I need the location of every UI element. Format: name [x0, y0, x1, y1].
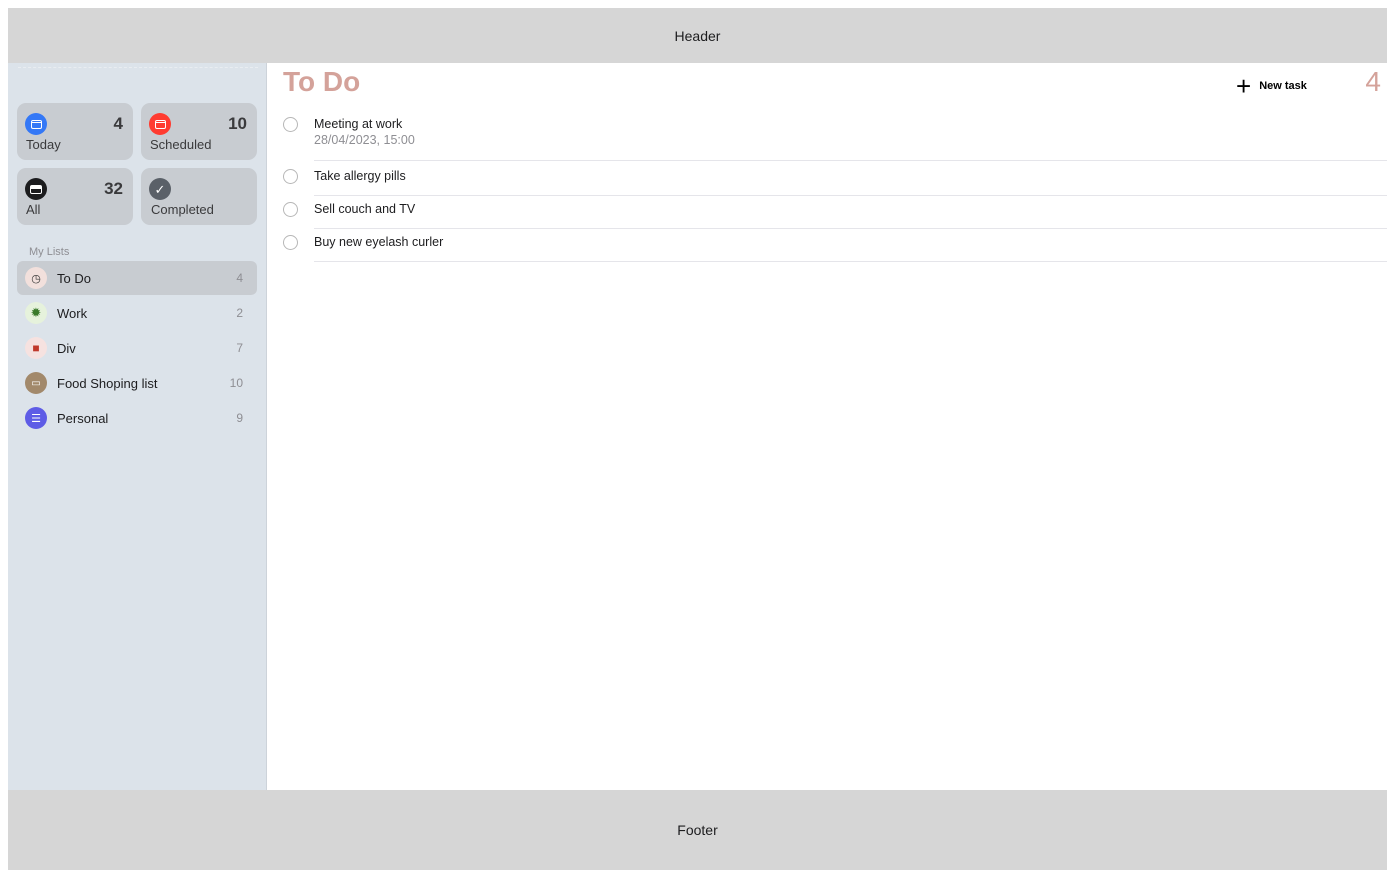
- task-checkbox[interactable]: [283, 235, 298, 250]
- smart-list-scheduled[interactable]: 10 Scheduled: [141, 103, 257, 160]
- gift-icon: ■: [25, 337, 47, 359]
- task-date: 28/04/2023, 15:00: [314, 133, 415, 147]
- list-label: To Do: [57, 270, 91, 286]
- footer: Footer: [8, 790, 1387, 870]
- sidebar-item-food-shoping-list[interactable]: ▭ Food Shoping list 10: [17, 366, 257, 400]
- task-row: Take allergy pills: [283, 163, 1387, 196]
- smart-list-label: Completed: [151, 202, 214, 217]
- calendar-icon: [25, 113, 47, 135]
- smart-list-count: 4: [113, 114, 123, 133]
- list-icon: ☰: [25, 407, 47, 429]
- task-checkbox[interactable]: [283, 117, 298, 132]
- smart-list-count: 10: [228, 114, 247, 133]
- clock-icon: ◷: [25, 267, 47, 289]
- header: Header: [8, 8, 1387, 63]
- sidebar-item-to-do[interactable]: ◷ To Do 4: [17, 261, 257, 295]
- smart-list-label: Today: [26, 137, 61, 152]
- task-title: Meeting at work: [314, 117, 403, 131]
- checkmark-icon: ✓: [149, 178, 171, 200]
- list-label: Personal: [57, 410, 109, 426]
- sidebar-item-div[interactable]: ■ Div 7: [17, 331, 257, 365]
- sidebar-item-personal[interactable]: ☰ Personal 9: [17, 401, 257, 435]
- money-icon: ▭: [25, 372, 47, 394]
- main-panel: To Do + New task 4 Meeting at work 28/04…: [268, 63, 1387, 790]
- smart-lists: 4 Today 10 Scheduled 32 All ✓ Completed: [17, 103, 257, 225]
- smart-list-completed[interactable]: ✓ Completed: [141, 168, 257, 225]
- list-count: 9: [236, 411, 243, 425]
- smart-list-label: All: [26, 202, 41, 217]
- my-lists: ◷ To Do 4 ✹ Work 2 ■ Div 7 ▭ Food Shopin…: [17, 261, 257, 436]
- list-label: Div: [57, 340, 76, 356]
- list-count: 7: [236, 341, 243, 355]
- smart-list-count: 32: [104, 179, 123, 198]
- task-list: Meeting at work 28/04/2023, 15:00 Take a…: [283, 114, 1387, 262]
- my-lists-heading: My Lists: [29, 246, 70, 258]
- task-body[interactable]: Sell couch and TV: [314, 196, 1387, 229]
- task-title: Take allergy pills: [314, 169, 406, 183]
- list-count: 4: [236, 271, 243, 285]
- sidebar-search-field[interactable]: [18, 67, 258, 76]
- tray-icon: [25, 178, 47, 200]
- list-label: Work: [57, 305, 88, 321]
- sidebar: 4 Today 10 Scheduled 32 All ✓ Completed …: [8, 63, 267, 790]
- smart-list-label: Scheduled: [150, 137, 212, 152]
- task-row: Sell couch and TV: [283, 196, 1387, 229]
- footer-label: Footer: [677, 822, 718, 838]
- list-label: Food Shoping list: [57, 375, 158, 391]
- new-task-button[interactable]: + New task: [1236, 71, 1307, 101]
- task-row: Meeting at work 28/04/2023, 15:00: [283, 114, 1387, 161]
- header-label: Header: [674, 27, 721, 44]
- task-count: 4: [1365, 66, 1381, 97]
- plus-icon: +: [1236, 71, 1252, 101]
- sidebar-item-work[interactable]: ✹ Work 2: [17, 296, 257, 330]
- smart-list-all[interactable]: 32 All: [17, 168, 133, 225]
- gear-icon: ✹: [25, 302, 47, 324]
- calendar-icon: [149, 113, 171, 135]
- task-row: Buy new eyelash curler: [283, 229, 1387, 262]
- list-count: 10: [229, 376, 243, 390]
- task-title: Buy new eyelash curler: [314, 235, 444, 249]
- task-body[interactable]: Meeting at work 28/04/2023, 15:00: [314, 114, 1387, 161]
- list-count: 2: [236, 306, 243, 320]
- task-title: Sell couch and TV: [314, 202, 416, 216]
- new-task-label: New task: [1259, 80, 1307, 92]
- task-body[interactable]: Take allergy pills: [314, 163, 1387, 196]
- page-title: To Do: [283, 66, 361, 97]
- task-body[interactable]: Buy new eyelash curler: [314, 229, 1387, 262]
- task-checkbox[interactable]: [283, 202, 298, 217]
- smart-list-today[interactable]: 4 Today: [17, 103, 133, 160]
- task-checkbox[interactable]: [283, 169, 298, 184]
